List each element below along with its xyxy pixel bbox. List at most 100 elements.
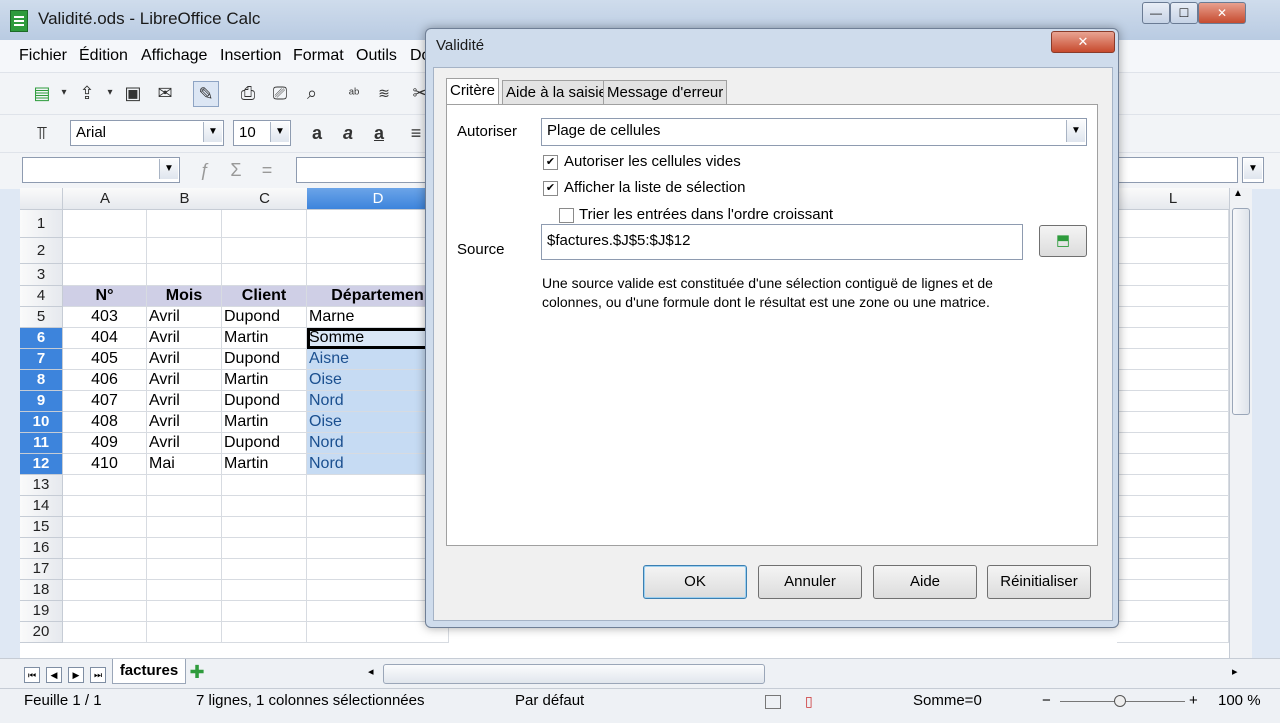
grid-cell[interactable] [147, 210, 222, 238]
row-header[interactable]: 15 [20, 517, 63, 538]
grid-cell[interactable] [1117, 286, 1229, 307]
grid-cell[interactable]: Martin [222, 328, 307, 349]
font-name-combo[interactable]: Arial ▼ [70, 120, 224, 146]
menu-format[interactable]: Format [293, 47, 344, 65]
row-header[interactable]: 12 [20, 454, 63, 475]
function-wizard-icon[interactable]: ƒ [193, 158, 217, 182]
grid-cell[interactable] [1117, 349, 1229, 370]
row-header[interactable]: 8 [20, 370, 63, 391]
column-header-b[interactable]: B [147, 188, 223, 210]
grid-cell[interactable]: Avril [147, 433, 222, 454]
grid-cell[interactable] [147, 601, 222, 622]
help-button[interactable]: Aide [873, 565, 977, 599]
minimize-button[interactable]: — [1142, 2, 1170, 24]
grid-cell[interactable] [1117, 559, 1229, 580]
italic-icon[interactable]: a [336, 121, 360, 145]
grid-cell[interactable] [1117, 370, 1229, 391]
grid-cell[interactable] [1117, 264, 1229, 286]
scroll-thumb[interactable] [1232, 208, 1250, 415]
row-header[interactable]: 6 [20, 328, 63, 349]
grid-cell[interactable] [222, 210, 307, 238]
grid-cell[interactable] [1117, 496, 1229, 517]
grid-cell[interactable] [147, 475, 222, 496]
tab-critere[interactable]: Critère [446, 78, 500, 105]
shrink-range-icon[interactable]: ⬒ [1039, 225, 1087, 257]
grid-cell[interactable] [63, 559, 147, 580]
grid-cell[interactable]: Mai [147, 454, 222, 475]
grid-cell[interactable] [63, 538, 147, 559]
grid-cell[interactable] [222, 264, 307, 286]
grid-cell[interactable] [222, 238, 307, 264]
grid-cell[interactable] [63, 517, 147, 538]
insert-mode-icon[interactable] [765, 695, 781, 709]
header-cell[interactable]: Client [222, 286, 307, 307]
grid-cell[interactable] [63, 622, 147, 643]
row-header[interactable]: 3 [20, 264, 63, 286]
formula-icon[interactable]: = [255, 158, 279, 182]
next-sheet-icon[interactable]: ▶ [68, 667, 84, 683]
grid-cell[interactable]: Martin [222, 454, 307, 475]
grid-cell[interactable] [1117, 328, 1229, 349]
row-header[interactable]: 19 [20, 601, 63, 622]
grid-cell[interactable] [222, 622, 307, 643]
zoom-slider-thumb[interactable] [1114, 695, 1126, 707]
grid-cell[interactable] [1117, 580, 1229, 601]
styles-icon[interactable]: ⫪ [30, 121, 54, 145]
email-icon[interactable]: ✉ [153, 81, 177, 105]
grid-cell[interactable] [1117, 307, 1229, 328]
prev-sheet-icon[interactable]: ◀ [46, 667, 62, 683]
grid-cell[interactable] [63, 210, 147, 238]
print-icon[interactable]: ⎚ [268, 81, 292, 105]
grid-cell[interactable]: Avril [147, 307, 222, 328]
row-header[interactable]: 9 [20, 391, 63, 412]
grid-cell[interactable]: Martin [222, 412, 307, 433]
row-header[interactable]: 17 [20, 559, 63, 580]
grid-cell[interactable] [1117, 391, 1229, 412]
allow-select[interactable]: Plage de cellules ▼ [541, 118, 1087, 146]
grid-cell[interactable] [63, 601, 147, 622]
grid-cell[interactable]: Dupond [222, 349, 307, 370]
menu-affichage[interactable]: Affichage [141, 47, 207, 65]
grid-cell[interactable] [63, 496, 147, 517]
ok-button[interactable]: OK [643, 565, 747, 599]
grid-cell[interactable]: Avril [147, 370, 222, 391]
grid-cell[interactable] [222, 559, 307, 580]
cancel-button[interactable]: Annuler [758, 565, 862, 599]
reset-button[interactable]: Réinitialiser [987, 565, 1091, 599]
grid-cell[interactable]: Dupond [222, 433, 307, 454]
chevron-down-icon[interactable]: ▼ [1066, 120, 1085, 142]
grid-cell[interactable]: Avril [147, 349, 222, 370]
new-dropdown-icon[interactable]: ▾ [52, 81, 76, 105]
grid-cell[interactable] [222, 475, 307, 496]
open-dropdown-icon[interactable]: ▾ [98, 81, 122, 105]
grid-cell[interactable]: 408 [63, 412, 147, 433]
grid-cell[interactable]: Dupond [222, 307, 307, 328]
grid-cell[interactable]: 403 [63, 307, 147, 328]
menu-edition[interactable]: Édition [79, 47, 128, 65]
close-button[interactable]: ✕ [1198, 2, 1246, 24]
column-header-l[interactable]: L [1117, 188, 1230, 210]
select-all-corner[interactable] [20, 188, 63, 210]
zoom-in-icon[interactable]: + [1189, 692, 1198, 709]
spellcheck-icon[interactable]: ᵃᵇ [342, 81, 366, 105]
scroll-up-icon[interactable]: ▲ [1233, 188, 1243, 199]
grid-cell[interactable]: Avril [147, 391, 222, 412]
grid-cell[interactable] [1117, 475, 1229, 496]
grid-cell[interactable] [222, 580, 307, 601]
grid-cell[interactable] [222, 496, 307, 517]
grid-cell[interactable] [63, 238, 147, 264]
print-preview-icon[interactable]: ⌕ [300, 81, 324, 105]
tab-aide-saisie[interactable]: Aide à la saisie [502, 80, 611, 104]
grid-cell[interactable] [147, 559, 222, 580]
grid-cell[interactable]: Avril [147, 412, 222, 433]
tab-message-erreur[interactable]: Message d'erreur [603, 80, 728, 104]
edit-mode-icon[interactable]: ✎ [193, 81, 219, 107]
grid-cell[interactable] [222, 517, 307, 538]
row-header[interactable]: 7 [20, 349, 63, 370]
first-sheet-icon[interactable]: ⏮ [24, 667, 40, 683]
grid-cell[interactable] [147, 517, 222, 538]
vertical-scrollbar[interactable]: ▲ [1229, 188, 1252, 658]
grid-cell[interactable] [63, 580, 147, 601]
header-cell[interactable]: Mois [147, 286, 222, 307]
grid-cell[interactable]: 405 [63, 349, 147, 370]
